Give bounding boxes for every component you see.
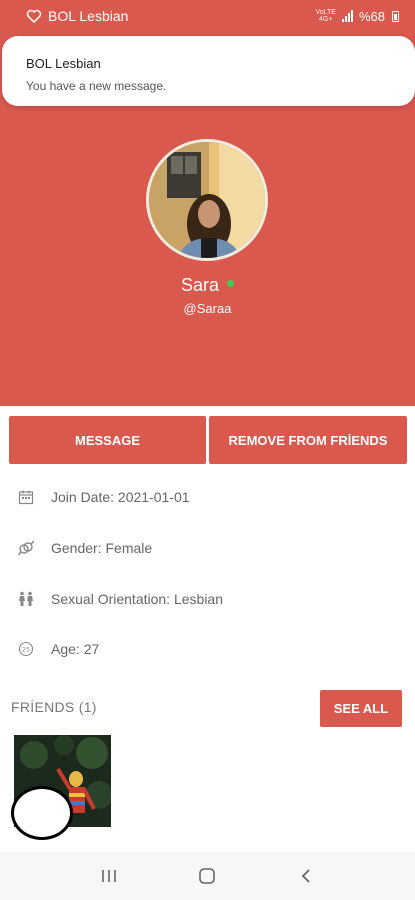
profile-handle: @Saraa — [183, 301, 232, 316]
status-indicators: VoLTE 4G+ %68 — [315, 9, 399, 24]
notification-banner[interactable]: BOL Lesbian You have a new message. — [2, 36, 415, 106]
info-row-gender: Gender: Female — [0, 533, 415, 563]
profile-name-row: Sara — [0, 275, 415, 296]
home-icon[interactable] — [192, 864, 222, 888]
navigation-bar — [0, 852, 415, 900]
heart-icon — [26, 9, 42, 24]
info-row-orientation: Sexual Orientation: Lesbian — [0, 584, 415, 614]
see-all-button[interactable]: SEE ALL — [320, 690, 402, 727]
battery-level: %68 — [358, 8, 385, 24]
remove-friend-button[interactable]: REMOVE FROM FRİENDS — [209, 416, 407, 464]
notification-title: BOL Lesbian — [26, 56, 101, 71]
gender-icon — [17, 539, 35, 557]
battery-icon — [392, 10, 399, 22]
friends-heading: FRİENDS (1) — [11, 699, 97, 715]
message-button[interactable]: MESSAGE — [9, 416, 206, 464]
join-date: Join Date: 2021-01-01 — [51, 489, 190, 505]
calendar-icon — [17, 488, 35, 506]
age: Age: 27 — [51, 641, 100, 657]
profile-name: Sara — [180, 275, 220, 295]
back-icon[interactable] — [291, 864, 321, 888]
gender: Gender: Female — [51, 540, 153, 556]
status-app-name: BOL Lesbian — [48, 8, 129, 24]
age-icon: 25 — [17, 640, 35, 658]
online-indicator — [227, 279, 235, 287]
network-indicator: VoLTE 4G+ — [315, 9, 336, 23]
couple-icon — [17, 590, 35, 608]
notification-body: You have a new message. — [26, 79, 167, 93]
info-row-join-date: Join Date: 2021-01-01 — [0, 482, 415, 512]
sexual-orientation: Sexual Orientation: Lesbian — [51, 591, 223, 607]
svg-text:25: 25 — [22, 646, 30, 654]
status-bar: BOL Lesbian VoLTE 4G+ %68 — [0, 0, 415, 32]
info-row-age: 25 Age: 27 — [0, 634, 415, 664]
recents-icon[interactable] — [94, 864, 124, 888]
signal-icon — [341, 10, 353, 22]
avatar[interactable] — [146, 139, 268, 261]
chat-head-bubble[interactable] — [11, 786, 73, 840]
